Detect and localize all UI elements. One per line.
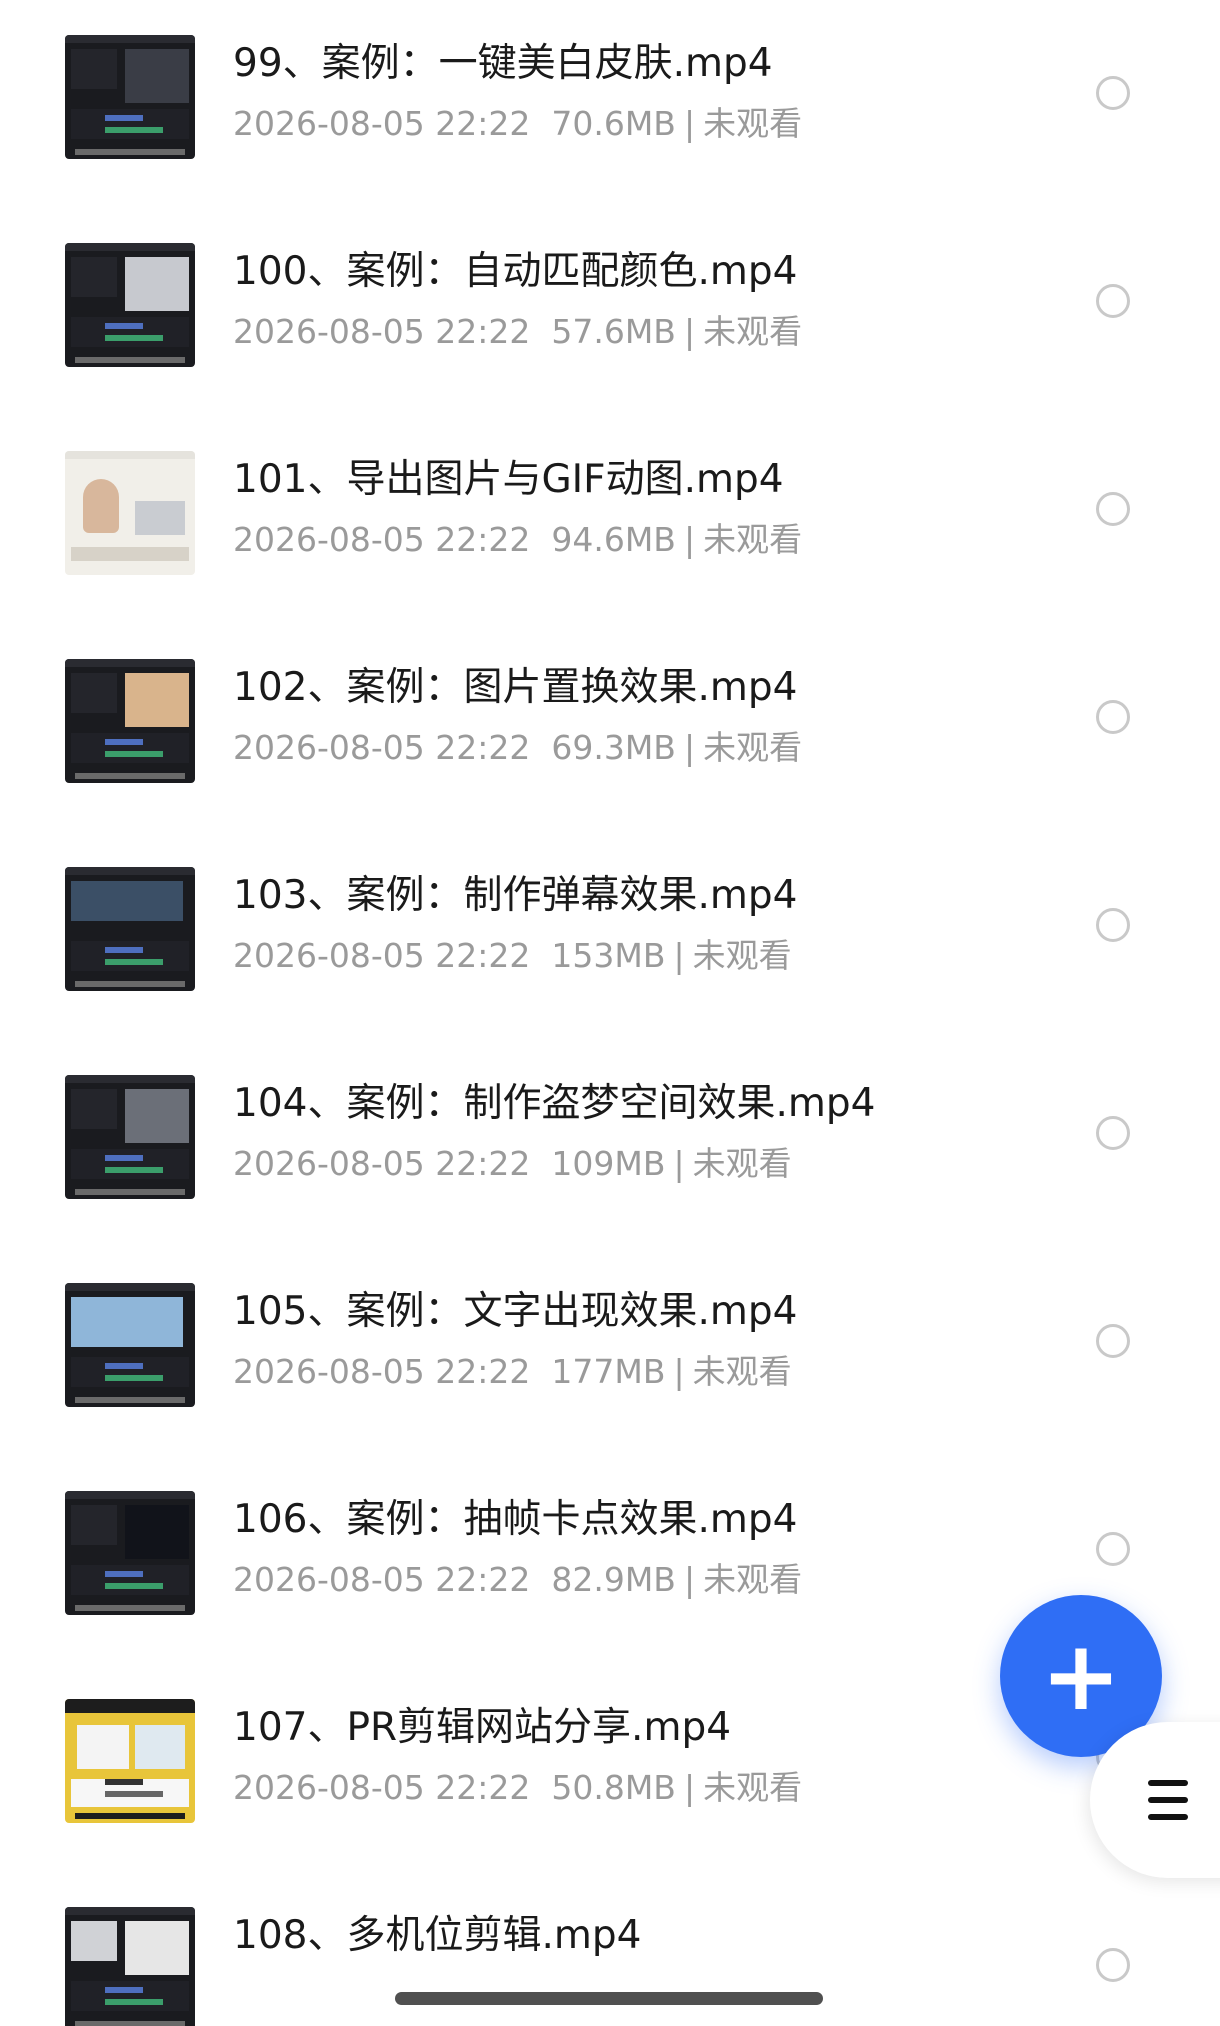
file-date: 2026-08-05 22:22: [233, 104, 531, 143]
watch-status: 未观看: [692, 936, 792, 975]
file-date: 2026-08-05 22:22: [233, 1144, 531, 1183]
video-thumbnail: [65, 1907, 195, 2026]
video-thumbnail: [65, 867, 195, 991]
select-radio[interactable]: [1096, 1948, 1130, 1982]
list-item[interactable]: 99、案例：一键美白皮肤.mp4 2026-08-05 22:22 70.6MB…: [0, 0, 1220, 208]
list-item[interactable]: 100、案例：自动匹配颜色.mp4 2026-08-05 22:22 57.6M…: [0, 208, 1220, 416]
plus-icon: +: [1040, 1620, 1122, 1732]
select-radio[interactable]: [1096, 1532, 1130, 1566]
select-radio[interactable]: [1096, 284, 1130, 318]
file-meta: 2026-08-05 22:22 50.8MB | 未观看: [233, 1765, 993, 1811]
file-date: 2026-08-05 22:22: [233, 936, 531, 975]
file-title: 100、案例：自动匹配颜色.mp4: [233, 249, 798, 294]
select-radio[interactable]: [1096, 76, 1130, 110]
file-title: 103、案例：制作弹幕效果.mp4: [233, 873, 798, 918]
file-title: 107、PR剪辑网站分享.mp4: [233, 1705, 732, 1750]
file-title: 101、导出图片与GIF动图.mp4: [233, 457, 784, 502]
meta-separator: |: [683, 520, 696, 559]
meta-separator: |: [683, 1768, 696, 1807]
file-size: 57.6MB: [551, 312, 676, 351]
file-size: 153MB: [551, 936, 666, 975]
video-thumbnail: [65, 1075, 195, 1199]
file-size: 50.8MB: [551, 1768, 676, 1807]
list-item[interactable]: 101、导出图片与GIF动图.mp4 2026-08-05 22:22 94.6…: [0, 416, 1220, 624]
video-thumbnail: [65, 35, 195, 159]
select-radio[interactable]: [1096, 908, 1130, 942]
file-date: 2026-08-05 22:22: [233, 312, 531, 351]
file-title: 106、案例：抽帧卡点效果.mp4: [233, 1497, 798, 1542]
file-date: 2026-08-05 22:22: [233, 1768, 531, 1807]
file-size: 109MB: [551, 1144, 666, 1183]
list-item[interactable]: 104、案例：制作盗梦空间效果.mp4 2026-08-05 22:22 109…: [0, 1040, 1220, 1248]
file-title: 105、案例：文字出现效果.mp4: [233, 1289, 798, 1334]
watch-status: 未观看: [703, 1560, 803, 1599]
file-meta: 2026-08-05 22:22 69.3MB | 未观看: [233, 725, 993, 771]
select-radio[interactable]: [1096, 700, 1130, 734]
file-meta: 2026-08-05 22:22 109MB | 未观看: [233, 1141, 993, 1187]
select-radio[interactable]: [1096, 492, 1130, 526]
meta-separator: |: [673, 1352, 685, 1391]
video-thumbnail: [65, 1699, 195, 1823]
watch-status: 未观看: [692, 1144, 792, 1183]
file-meta: 2026-08-05 22:22 57.6MB | 未观看: [233, 309, 993, 355]
video-thumbnail: [65, 1491, 195, 1615]
file-date: 2026-08-05 22:22: [233, 728, 531, 767]
meta-separator: |: [673, 936, 685, 975]
menu-icon: [1148, 1780, 1188, 1820]
file-meta: 2026-08-05 22:22 177MB | 未观看: [233, 1349, 993, 1395]
home-indicator[interactable]: [395, 1992, 823, 2005]
file-date: 2026-08-05 22:22: [233, 1560, 531, 1599]
file-title: 104、案例：制作盗梦空间效果.mp4: [233, 1081, 876, 1126]
list-item[interactable]: 103、案例：制作弹幕效果.mp4 2026-08-05 22:22 153MB…: [0, 832, 1220, 1040]
select-radio[interactable]: [1096, 1116, 1130, 1150]
watch-status: 未观看: [703, 520, 803, 559]
file-meta: 2026-08-05 22:22 153MB | 未观看: [233, 933, 993, 979]
video-thumbnail: [65, 659, 195, 783]
file-size: 94.6MB: [551, 520, 676, 559]
list-item[interactable]: 102、案例：图片置换效果.mp4 2026-08-05 22:22 69.3M…: [0, 624, 1220, 832]
watch-status: 未观看: [703, 1768, 803, 1807]
select-radio[interactable]: [1096, 1324, 1130, 1358]
video-thumbnail: [65, 1283, 195, 1407]
file-meta: 2026-08-05 22:22 94.6MB | 未观看: [233, 517, 993, 563]
file-meta: 2026-08-05 22:22 70.6MB | 未观看: [233, 101, 993, 147]
file-size: 70.6MB: [551, 104, 676, 143]
meta-separator: |: [673, 1144, 685, 1183]
file-title: 102、案例：图片置换效果.mp4: [233, 665, 798, 710]
file-date: 2026-08-05 22:22: [233, 1352, 531, 1391]
meta-separator: |: [683, 1560, 696, 1599]
video-thumbnail: [65, 243, 195, 367]
meta-separator: |: [683, 312, 696, 351]
list-item[interactable]: 105、案例：文字出现效果.mp4 2026-08-05 22:22 177MB…: [0, 1248, 1220, 1456]
file-size: 82.9MB: [551, 1560, 676, 1599]
file-size: 177MB: [551, 1352, 666, 1391]
watch-status: 未观看: [703, 104, 803, 143]
meta-separator: |: [683, 728, 696, 767]
file-size: 69.3MB: [551, 728, 676, 767]
file-title: 99、案例：一键美白皮肤.mp4: [233, 41, 773, 86]
meta-separator: |: [683, 104, 696, 143]
video-thumbnail: [65, 451, 195, 575]
file-meta: 2026-08-05 22:22 82.9MB | 未观看: [233, 1557, 993, 1603]
watch-status: 未观看: [703, 312, 803, 351]
file-date: 2026-08-05 22:22: [233, 520, 531, 559]
file-title: 108、多机位剪辑.mp4: [233, 1913, 642, 1958]
watch-status: 未观看: [692, 1352, 792, 1391]
watch-status: 未观看: [703, 728, 803, 767]
